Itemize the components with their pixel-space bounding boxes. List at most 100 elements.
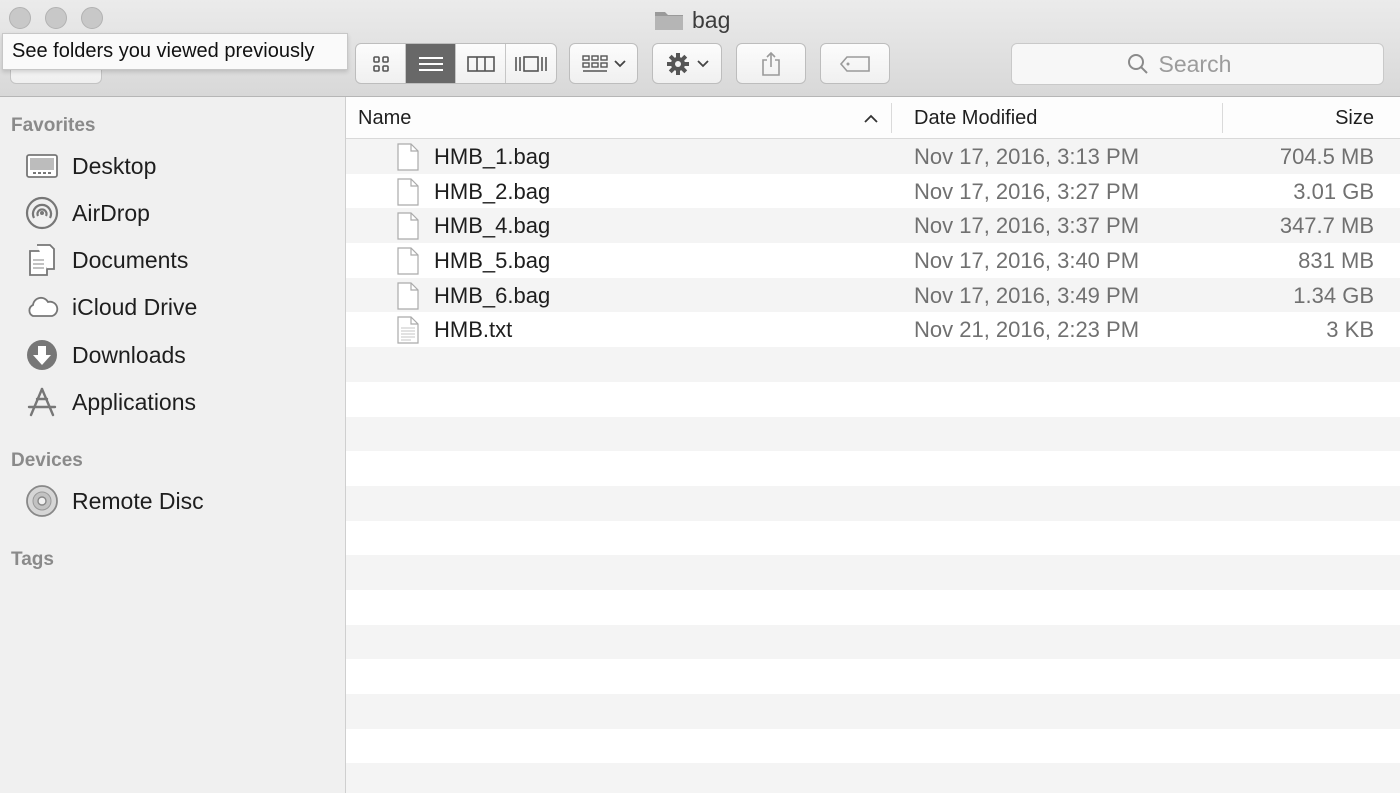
desktop-icon <box>24 149 59 184</box>
file-row[interactable]: HMB_6.bag Nov 17, 2016, 3:49 PM 1.34 GB <box>346 277 1400 316</box>
column-view-button[interactable] <box>456 44 506 83</box>
file-name: HMB_2.bag <box>434 178 551 204</box>
sidebar-item-label: AirDrop <box>72 199 150 226</box>
sidebar-item-airdrop[interactable]: AirDrop <box>24 193 150 233</box>
empty-row <box>346 485 1400 521</box>
zoom-window-button[interactable] <box>81 7 103 29</box>
disc-icon <box>24 484 59 519</box>
sidebar-item-remote-disc[interactable]: Remote Disc <box>24 481 204 521</box>
column-view-icon <box>466 55 495 72</box>
file-row[interactable]: HMB_1.bag Nov 17, 2016, 3:13 PM 704.5 MB <box>346 139 1400 174</box>
file-name: HMB.txt <box>434 317 513 343</box>
file-date: Nov 17, 2016, 3:13 PM <box>914 144 1140 169</box>
empty-row <box>346 416 1400 452</box>
downloads-icon <box>24 338 59 373</box>
column-divider[interactable] <box>1222 103 1223 133</box>
tooltip: See folders you viewed previously <box>2 33 348 70</box>
file-name: HMB_1.bag <box>434 144 551 169</box>
applications-icon <box>24 385 59 420</box>
sidebar-item-label: Documents <box>72 246 189 273</box>
sidebar-item-documents[interactable]: Documents <box>24 240 188 280</box>
file-row[interactable]: HMB_5.bag Nov 17, 2016, 3:40 PM 831 MB <box>346 243 1400 278</box>
gear-icon <box>667 52 689 75</box>
icon-view-icon <box>372 55 389 72</box>
airdrop-icon <box>24 196 59 231</box>
view-mode-control <box>355 43 557 84</box>
file-date: Nov 17, 2016, 3:49 PM <box>914 282 1140 308</box>
action-menu-button[interactable] <box>652 43 722 84</box>
empty-row <box>346 520 1400 556</box>
sidebar-item-label: Remote Disc <box>72 487 204 514</box>
search-field[interactable] <box>1011 43 1384 85</box>
cloud-icon <box>24 290 59 325</box>
window-title-area: bag <box>654 6 730 34</box>
file-name: HMB_5.bag <box>434 248 551 274</box>
sidebar-item-applications[interactable]: Applications <box>24 382 196 422</box>
empty-row <box>346 381 1400 417</box>
tags-button[interactable] <box>820 43 890 84</box>
file-row[interactable]: HMB_4.bag Nov 17, 2016, 3:37 PM 347.7 MB <box>346 208 1400 246</box>
file-icon <box>396 247 420 281</box>
sidebar: Favorites Desktop AirDrop Documents iClo… <box>0 97 346 793</box>
sidebar-item-icloud-drive[interactable]: iCloud Drive <box>24 287 197 327</box>
sidebar-item-desktop[interactable]: Desktop <box>24 146 156 186</box>
chevron-down-icon <box>613 59 626 67</box>
file-name: HMB_6.bag <box>434 282 551 308</box>
file-size: 831 MB <box>1298 248 1374 274</box>
file-row[interactable]: HMB_2.bag Nov 17, 2016, 3:27 PM 3.01 GB <box>346 173 1400 209</box>
empty-row <box>346 555 1400 590</box>
empty-row <box>346 659 1400 694</box>
empty-row <box>346 589 1400 625</box>
list-view-icon <box>418 56 443 71</box>
share-button[interactable] <box>736 43 806 84</box>
file-rows: HMB_1.bag Nov 17, 2016, 3:13 PM 704.5 MB… <box>346 139 1400 793</box>
file-size: 347.7 MB <box>1279 213 1374 239</box>
file-date: Nov 17, 2016, 3:40 PM <box>914 248 1140 274</box>
sidebar-item-label: Downloads <box>72 341 186 368</box>
sort-ascending-icon[interactable] <box>864 97 878 139</box>
file-date: Nov 21, 2016, 2:23 PM <box>914 317 1140 343</box>
sidebar-heading-devices: Devices <box>11 450 83 471</box>
file-date: Nov 17, 2016, 3:37 PM <box>914 213 1140 239</box>
file-row[interactable]: HMB.txt Nov 21, 2016, 2:23 PM 3 KB <box>346 312 1400 350</box>
empty-row <box>346 728 1400 764</box>
sidebar-heading-favorites: Favorites <box>11 115 96 136</box>
empty-row <box>346 763 1400 793</box>
empty-row <box>346 451 1400 486</box>
column-header: Name Date Modified Size <box>346 97 1400 139</box>
search-input[interactable] <box>1158 50 1269 78</box>
file-icon <box>396 212 420 246</box>
file-icon <box>396 143 420 177</box>
sidebar-item-label: Desktop <box>72 152 157 179</box>
empty-row <box>346 694 1400 729</box>
icon-view-button[interactable] <box>356 44 406 83</box>
column-divider[interactable] <box>891 103 892 133</box>
file-name: HMB_4.bag <box>434 213 551 239</box>
window-title: bag <box>692 6 731 33</box>
window-toolbar: bag See folders you viewed previously <box>0 0 1400 97</box>
file-size: 3 KB <box>1326 317 1374 343</box>
file-size: 1.34 GB <box>1293 282 1374 308</box>
chevron-down-icon <box>697 59 709 67</box>
arrange-icon <box>581 54 608 72</box>
sidebar-item-label: iCloud Drive <box>72 293 198 320</box>
list-view-button[interactable] <box>406 44 456 83</box>
cover-flow-icon <box>515 55 547 72</box>
cover-flow-button[interactable] <box>506 44 556 83</box>
file-size: 3.01 GB <box>1293 178 1374 204</box>
file-size: 704.5 MB <box>1279 144 1374 169</box>
tag-icon <box>839 55 870 72</box>
sidebar-item-downloads[interactable]: Downloads <box>24 335 186 375</box>
file-icon <box>396 282 420 316</box>
column-size-header[interactable]: Size <box>1335 97 1374 139</box>
arrange-button[interactable] <box>569 43 638 84</box>
empty-row <box>346 347 1400 382</box>
column-name-header[interactable]: Name <box>358 97 411 139</box>
sidebar-heading-tags: Tags <box>11 549 54 570</box>
column-date-header[interactable]: Date Modified <box>914 97 1037 139</box>
share-icon <box>762 51 780 76</box>
minimize-window-button[interactable] <box>45 7 67 29</box>
search-icon <box>1127 54 1148 74</box>
close-window-button[interactable] <box>9 7 31 29</box>
text-file-icon <box>396 316 420 350</box>
